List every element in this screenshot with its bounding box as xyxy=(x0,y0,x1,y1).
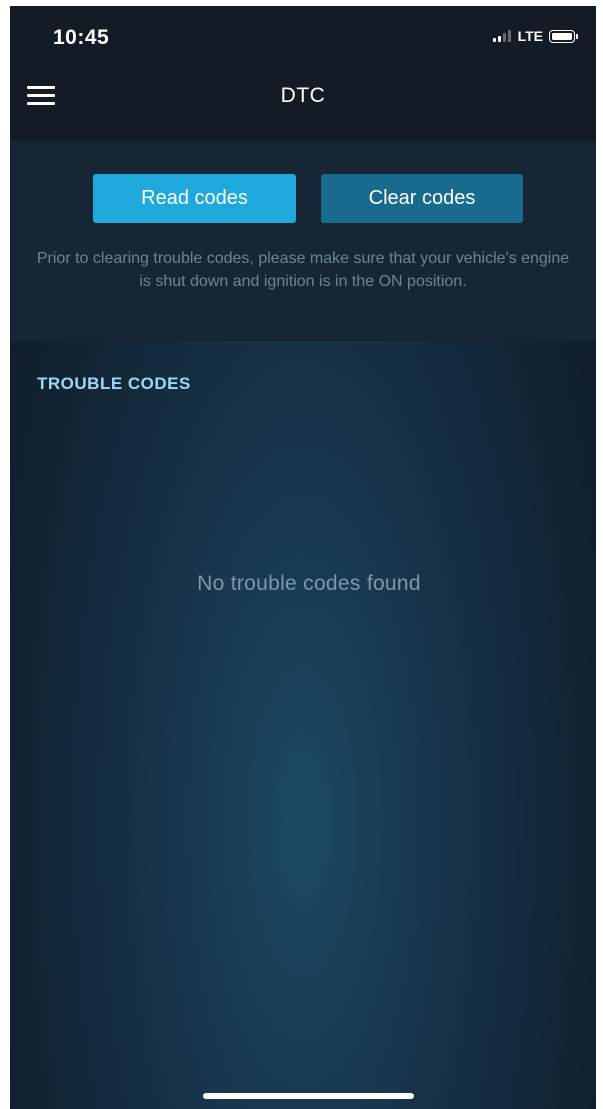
app-screen: 10:45 LTE DTC Read codes Clear codes Pri… xyxy=(10,6,596,1109)
signal-strength-icon xyxy=(492,30,513,42)
status-time: 10:45 xyxy=(53,26,110,49)
top-bar: 10:45 LTE DTC xyxy=(10,6,596,141)
trouble-codes-header: TROUBLE CODES xyxy=(37,374,191,393)
battery-cap xyxy=(576,33,578,39)
read-codes-button[interactable]: Read codes xyxy=(93,174,296,223)
battery-icon xyxy=(549,29,575,43)
clear-codes-button[interactable]: Clear codes xyxy=(321,174,523,223)
home-indicator[interactable] xyxy=(203,1093,414,1099)
page-title: DTC xyxy=(280,84,326,107)
network-type-label: LTE xyxy=(517,28,543,44)
dtc-action-panel: Read codes Clear codes Prior to clearing… xyxy=(10,141,596,341)
status-indicators: LTE xyxy=(492,28,578,44)
no-trouble-codes-message: No trouble codes found xyxy=(197,572,421,595)
clear-codes-notice: Prior to clearing trouble codes, please … xyxy=(36,250,570,290)
